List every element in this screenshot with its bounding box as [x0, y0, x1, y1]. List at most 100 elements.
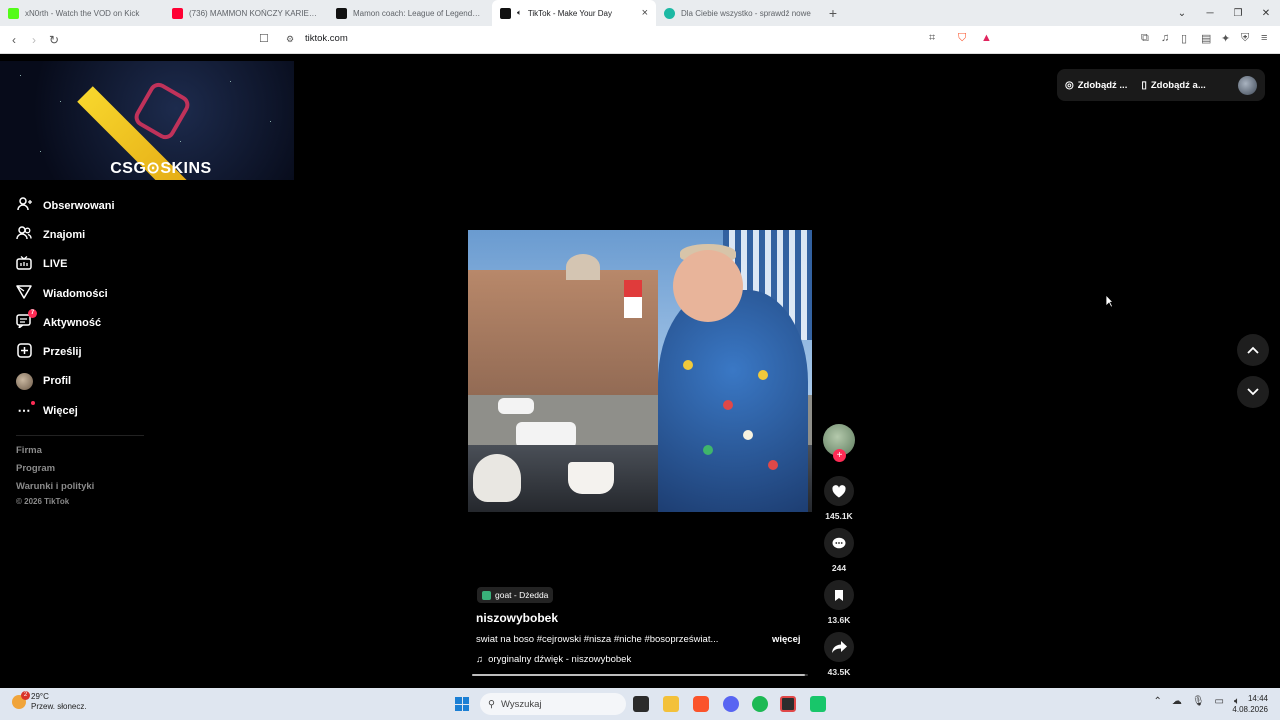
music-link[interactable]: ♫ oryginalny dźwięk - niszowybobek [476, 654, 631, 665]
sidebar-item-label: Więcej [43, 404, 78, 417]
sidebar-icon[interactable]: ▯ [1181, 32, 1187, 45]
video-scene-face [673, 250, 743, 322]
weather-widget[interactable]: 2 29°C Przew. słonecz. [12, 691, 87, 712]
sidebar-item-more[interactable]: ⋯ Więcej [0, 396, 180, 425]
discord-icon[interactable] [723, 696, 739, 712]
sidebar-item-label: Aktywność [43, 316, 102, 329]
video-player[interactable] [468, 230, 812, 512]
ad-banner[interactable]: CSG⊙SKINS [0, 61, 294, 180]
windows-start-icon[interactable] [455, 697, 469, 711]
save-count: 13.6K [827, 615, 851, 625]
more-button[interactable]: więcej [772, 634, 801, 645]
vpn-icon[interactable]: ⛨ [1241, 32, 1249, 45]
comment-icon[interactable] [824, 528, 854, 558]
share-arrow-icon[interactable] [824, 632, 854, 662]
sidebar-item-upload[interactable]: Prześlij [0, 337, 180, 366]
footer-link-program[interactable]: Program [16, 463, 55, 474]
spotify-icon[interactable] [752, 696, 768, 712]
close-tab-icon[interactable]: × [642, 7, 648, 19]
translate-icon[interactable]: ⌗ [929, 32, 935, 45]
sidebar-item-following[interactable]: Obserwowani [0, 191, 180, 220]
speaker-icon[interactable]: 🔈︎ [517, 8, 522, 18]
ad-logo: CSG⊙SKINS [110, 160, 212, 177]
sidebar-item-messages[interactable]: Wiadomości [0, 279, 180, 308]
sidebar-item-activity[interactable]: 7 Aktywność [0, 308, 180, 337]
extensions-icon[interactable]: ⧉ [1141, 32, 1149, 45]
follow-plus-icon[interactable]: + [833, 449, 846, 462]
clock[interactable]: 14:44 4.08.2026 [1232, 693, 1268, 715]
profile-avatar [16, 372, 33, 390]
media-icon[interactable]: ♫ [1161, 32, 1169, 44]
weather-temp: 29°C [31, 692, 49, 701]
restore-icon[interactable]: ❐ [1224, 8, 1252, 19]
tab-tiktok-mamon[interactable]: Mamon coach: League of Legends ch [328, 0, 492, 26]
wallet-icon[interactable]: ▤ [1201, 32, 1211, 45]
tab-kick[interactable]: xN0rth - Watch the VOD on Kick [0, 0, 164, 26]
tab-title: Dla Ciebie wszystko - sprawdź nowe [681, 8, 811, 18]
next-video-button[interactable] [1237, 376, 1269, 408]
get-coins-button[interactable]: ◎ Zdobądź ... [1065, 80, 1127, 91]
share-action[interactable]: 43.5K [822, 632, 856, 677]
tray-expand-icon[interactable]: ⌃ [1153, 696, 1161, 707]
url-field[interactable]: tiktok.com [305, 33, 348, 44]
tab-title: TikTok - Make Your Day [527, 8, 612, 18]
task-view-icon[interactable] [633, 696, 649, 712]
footer-link-company[interactable]: Firma [16, 445, 42, 456]
bookmark-icon[interactable] [824, 580, 854, 610]
brave-rewards-icon[interactable]: ▲ [981, 32, 992, 44]
sidebar-item-live[interactable]: LIVE [0, 250, 180, 279]
video-progress-bar[interactable] [472, 674, 808, 676]
minimize-icon[interactable]: ─ [1196, 8, 1224, 19]
terminal-icon[interactable] [780, 696, 796, 712]
tab-search-icon[interactable]: ⌄ [1168, 8, 1196, 19]
sidebar-item-profile[interactable]: Profil [0, 367, 180, 396]
sound-tag-label: goat - Dżedda [495, 590, 549, 600]
site-favicon-icon [664, 7, 675, 19]
tab-title: (736) MAMMON KOŃCZY KARIERĘ? [189, 8, 320, 18]
reload-icon[interactable]: ↻ [44, 33, 64, 47]
clock-time: 14:44 [1247, 694, 1268, 703]
weather-description: Przew. słonecz. [31, 702, 87, 711]
activity-icon: 7 [16, 309, 37, 331]
file-explorer-icon[interactable] [663, 696, 679, 712]
bookmark-icon[interactable]: ☐ [259, 32, 269, 45]
new-tab-button[interactable]: + [820, 0, 846, 26]
author-name[interactable]: niszowybobek [476, 611, 558, 625]
like-action[interactable]: 145.1K [822, 476, 856, 521]
sidebar-item-label: Znajomi [43, 228, 86, 241]
brave-shield-icon[interactable]: ⛉ [958, 32, 966, 45]
video-scene-teapot [473, 454, 521, 502]
coin-icon: ◎ [1065, 79, 1074, 91]
tiktok-favicon-icon [336, 7, 347, 19]
network-vpn-icon[interactable]: ☁ [1172, 696, 1182, 707]
get-app-button[interactable]: ▯ Zdobądź a... [1141, 80, 1205, 91]
taskbar-search[interactable]: ⚲ Wyszukaj [480, 693, 626, 715]
mouse-cursor-icon [1105, 294, 1114, 308]
user-avatar[interactable] [1238, 75, 1257, 95]
microphone-icon[interactable]: 🎙︎ [1192, 696, 1205, 707]
get-coins-label: Zdobądź ... [1077, 79, 1128, 91]
search-placeholder: Wyszukaj [500, 698, 542, 710]
video-scene-man [658, 290, 808, 512]
monitor-icon[interactable]: ▭ [1215, 696, 1224, 707]
previous-video-button[interactable] [1237, 334, 1269, 366]
friends-icon [16, 226, 32, 243]
comment-action[interactable]: 244 [822, 528, 856, 573]
tab-youtube[interactable]: (736) MAMMON KOŃCZY KARIERĘ? [164, 0, 328, 26]
brave-browser-icon[interactable] [693, 696, 709, 712]
forward-icon[interactable]: › [24, 33, 44, 47]
sidebar-item-friends[interactable]: Znajomi [0, 220, 180, 249]
leo-ai-icon[interactable]: ✦ [1221, 32, 1230, 45]
app-icon[interactable] [810, 696, 826, 712]
menu-icon[interactable]: ≡ [1261, 32, 1267, 44]
heart-icon[interactable] [824, 476, 854, 506]
tab-dla-ciebie[interactable]: Dla Ciebie wszystko - sprawdź nowe [656, 0, 820, 26]
footer-link-terms[interactable]: Warunki i polityki [16, 481, 94, 492]
tab-tiktok-active[interactable]: 🔈︎ TikTok - Make Your Day × [492, 0, 656, 26]
site-info-icon[interactable]: ⚙ [286, 34, 294, 45]
close-window-icon[interactable]: ✕ [1252, 8, 1280, 19]
sound-tag[interactable]: goat - Dżedda [477, 587, 554, 603]
back-icon[interactable]: ‹ [4, 33, 24, 47]
save-action[interactable]: 13.6K [822, 580, 856, 625]
youtube-favicon-icon [172, 7, 183, 19]
